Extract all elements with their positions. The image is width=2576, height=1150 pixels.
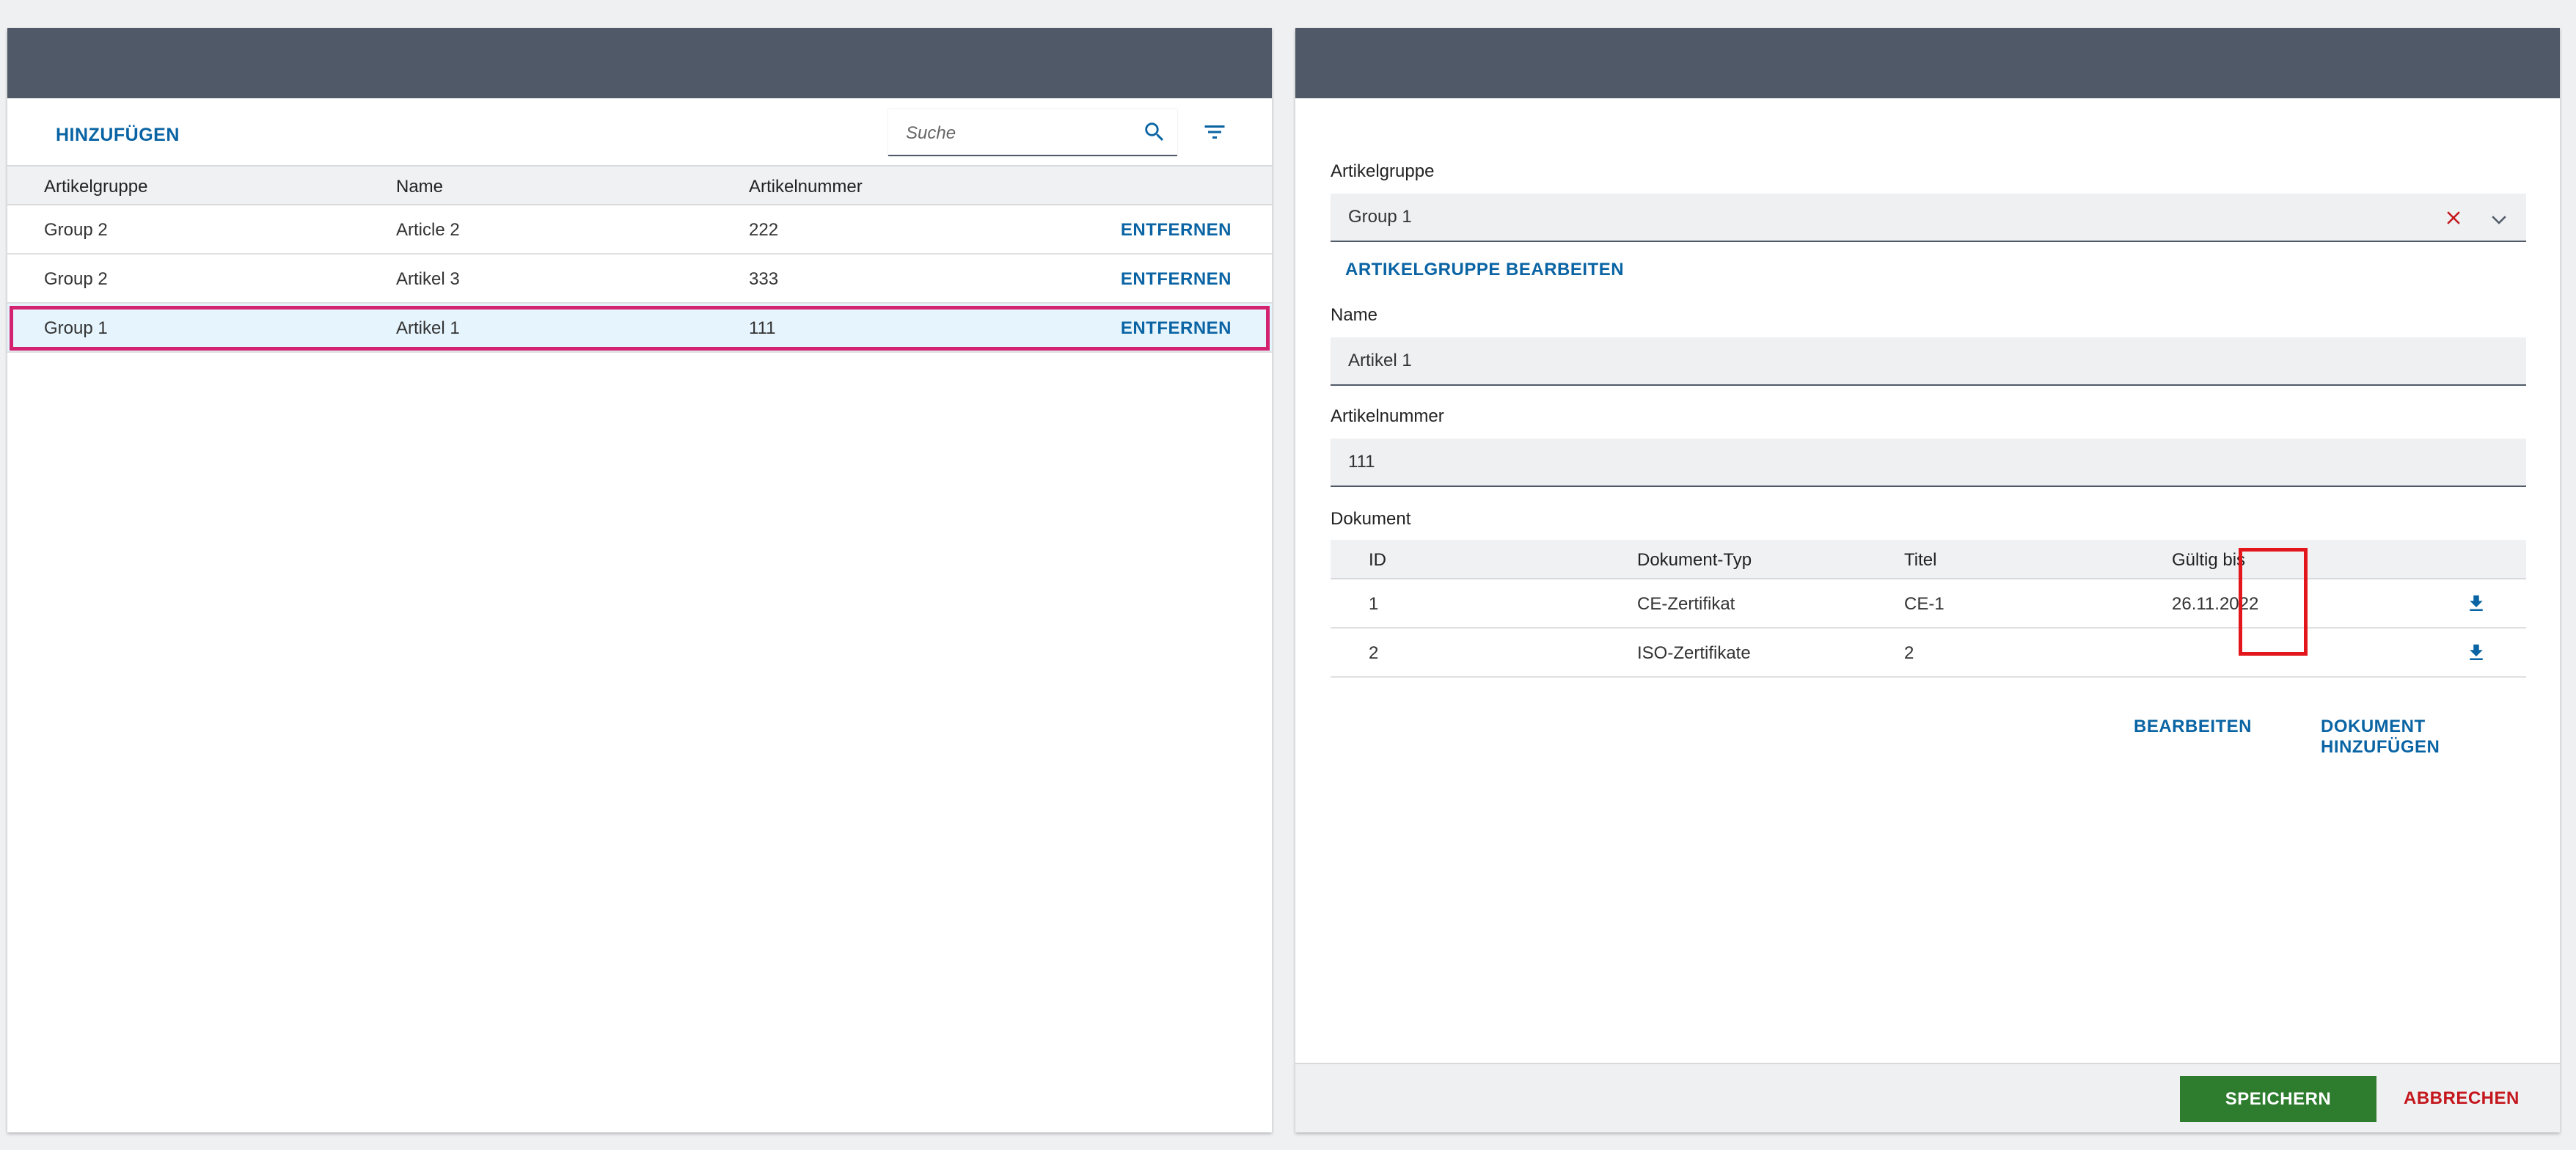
cell-group: Group 1 [44,318,108,338]
remove-button[interactable]: ENTFERNEN [1121,318,1232,339]
download-icon[interactable] [2465,642,2487,664]
cell-title: 2 [1904,643,1914,663]
name-field-value: Artikel 1 [1348,351,1412,370]
cell-id: 2 [1369,643,1379,663]
cell-type: ISO-Zertifikate [1637,643,1751,663]
document-row[interactable]: 2 ISO-Zertifikate 2 [1331,629,2526,678]
cell-valid-until: 26.11.2022 [2172,594,2259,614]
document-row[interactable]: 1 CE-Zertifikat CE-1 26.11.2022 [1331,579,2526,629]
column-header-group[interactable]: Artikelgruppe [44,177,147,197]
cancel-button[interactable]: ABBRECHEN [2404,1088,2520,1109]
column-header-name[interactable]: Name [396,177,443,197]
cell-number: 333 [749,269,779,289]
cell-title: CE-1 [1904,594,1944,614]
group-select-value: Group 1 [1348,207,1412,227]
clear-icon[interactable] [2443,207,2465,229]
cell-id: 1 [1369,594,1379,614]
remove-button[interactable]: ENTFERNEN [1121,269,1232,290]
group-label: Artikelgruppe [1331,161,1435,181]
search-input[interactable] [906,121,1133,146]
cell-group: Group 2 [44,220,108,240]
column-header-number[interactable]: Artikelnummer [749,177,863,197]
search-icon[interactable] [1142,120,1167,144]
chevron-down-icon[interactable] [2488,208,2510,230]
table-row[interactable]: Group 2 Article 2 222 ENTFERNEN [7,205,1272,254]
cell-number: 222 [749,220,779,240]
column-header-id[interactable]: ID [1369,550,1386,571]
name-label: Name [1331,305,1378,325]
save-button[interactable]: SPEICHERN [2180,1076,2376,1122]
documents-table-header: ID Dokument-Typ Titel Gültig bis [1331,540,2526,579]
list-toolbar: HINZUFÜGEN [7,98,1272,165]
cell-name: Artikel 3 [396,269,460,289]
table-row-selected[interactable]: Group 1 Artikel 1 111 ENTFERNEN [7,304,1272,353]
cell-type: CE-Zertifikat [1637,594,1735,614]
number-field[interactable]: 111 [1331,439,2526,487]
add-document-button[interactable]: DOKUMENT HINZUFÜGEN [2321,717,2526,758]
column-header-title[interactable]: Titel [1904,550,1936,571]
search-field [888,109,1177,156]
number-field-value: 111 [1348,452,1375,472]
edit-group-button[interactable]: ARTIKELGRUPPE BEARBEITEN [1345,260,1624,280]
table-header: Artikelgruppe Name Artikelnummer [7,165,1272,205]
remove-button[interactable]: ENTFERNEN [1121,220,1232,241]
cell-name: Article 2 [396,220,460,240]
edit-documents-button[interactable]: BEARBEITEN [2134,717,2252,737]
column-header-type[interactable]: Dokument-Typ [1637,550,1752,571]
download-icon[interactable] [2465,593,2487,615]
table-row[interactable]: Group 2 Artikel 3 333 ENTFERNEN [7,254,1272,304]
list-panel-header [7,28,1272,98]
article-detail-panel: Artikelgruppe Group 1 ARTIKELGRUPPE BEAR… [1295,28,2560,1132]
group-select[interactable]: Group 1 [1331,194,2526,242]
detail-panel-header [1295,28,2560,98]
number-label: Artikelnummer [1331,406,1444,426]
documents-table: ID Dokument-Typ Titel Gültig bis 1 CE-Ze… [1331,540,2526,678]
detail-footer: SPEICHERN ABBRECHEN [1295,1063,2560,1132]
cell-name: Artikel 1 [396,318,460,338]
documents-label: Dokument [1331,509,1411,529]
add-article-button[interactable]: HINZUFÜGEN [56,125,180,146]
cell-number: 111 [749,318,776,338]
filter-icon[interactable] [1201,119,1228,145]
article-list-panel: HINZUFÜGEN Artikelgruppe Name Artikelnum… [7,28,1272,1132]
cell-group: Group 2 [44,269,108,289]
column-header-valid-until[interactable]: Gültig bis [2172,550,2245,571]
name-field[interactable]: Artikel 1 [1331,337,2526,386]
article-table: Artikelgruppe Name Artikelnummer Group 2… [7,165,1272,353]
